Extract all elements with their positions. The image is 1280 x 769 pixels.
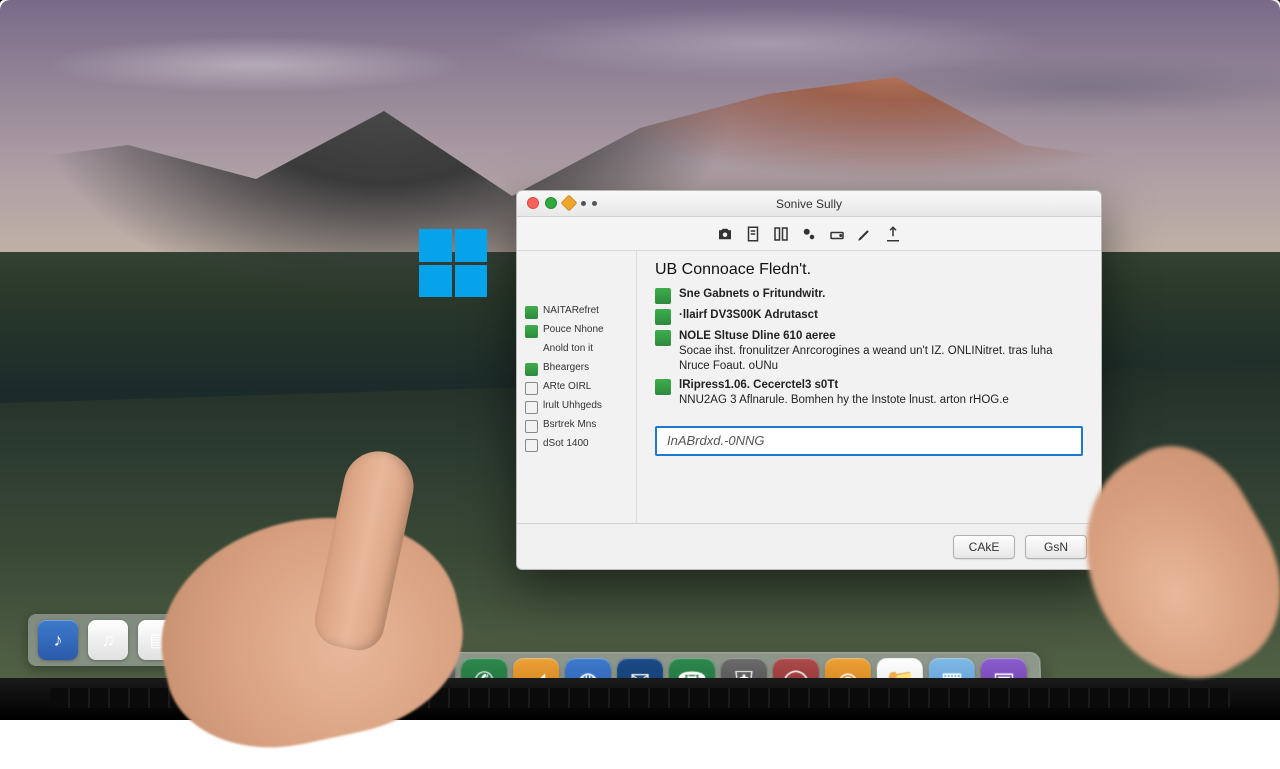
primary-button[interactable]: CAkE: [953, 535, 1015, 559]
sidebar-item[interactable]: Bheargers: [525, 362, 628, 376]
filename-input[interactable]: [655, 426, 1083, 456]
checkbox-icon: [525, 401, 538, 414]
windows-logo-icon: [419, 229, 487, 297]
close-icon[interactable]: [527, 197, 539, 209]
dialog-sidebar: NAITARefret Pouce Nhone Anold ton it Bhearg…: [517, 251, 637, 523]
checkbox-icon: [525, 420, 538, 433]
sidebar-item-label: Bsrtrek Mns: [543, 419, 596, 431]
dialog-footer: CAkE GsN: [517, 523, 1101, 569]
tray-music[interactable]: ♪: [38, 620, 78, 660]
checkbox-icon: [525, 382, 538, 395]
tray-note[interactable]: ♫: [88, 620, 128, 660]
zoom-icon[interactable]: [561, 195, 578, 212]
sidebar-item-label: Anold ton it: [543, 343, 593, 355]
window-title: Sonive Sully: [776, 197, 842, 211]
content-row: ·llairf DV3S00K Adrutasct: [655, 308, 1083, 325]
dialog-heading: UB Connoace Fledn't.: [655, 261, 1083, 279]
dot-icon: [592, 201, 597, 206]
content-text: ·llairf DV3S00K Adrutasct: [679, 308, 818, 323]
sidebar-item[interactable]: NAITARefret: [525, 305, 628, 319]
content-text: NOLE Sltuse Dline 610 aereeSocae ihst. f…: [679, 329, 1083, 374]
drive-icon: [525, 363, 538, 376]
sidebar-item[interactable]: Bsrtrek Mns: [525, 419, 628, 433]
content-text: lRipress1.06. Cecerctel3 s0TtNNU2AG 3 Af…: [679, 378, 1009, 408]
dialog-content: UB Connoace Fledn't. Sne Gabnets o Fritu…: [637, 251, 1101, 523]
sidebar-item[interactable]: dSot 1400: [525, 438, 628, 452]
sidebar-item-label: NAITARefret: [543, 305, 599, 317]
bullet-drive-icon: [655, 330, 671, 346]
sidebar-item-label: ARte OIRL: [543, 381, 591, 393]
pencil-icon[interactable]: [856, 225, 874, 243]
dialog-toolbar: [517, 217, 1101, 251]
checkbox-icon: [525, 439, 538, 452]
dialog-window: Sonive Sully NAITARefret Pouce Nhone Anold…: [516, 190, 1102, 570]
content-text: Sne Gabnets o Fritundwitr.: [679, 287, 825, 302]
sidebar-item-label: Bheargers: [543, 362, 589, 374]
sidebar-item[interactable]: Anold ton it: [525, 343, 628, 357]
camera-icon[interactable]: [716, 225, 734, 243]
page-icon[interactable]: [744, 225, 762, 243]
bullet-drive-icon: [655, 288, 671, 304]
disk-icon[interactable]: [828, 225, 846, 243]
gears-icon[interactable]: [800, 225, 818, 243]
content-row: lRipress1.06. Cecerctel3 s0TtNNU2AG 3 Af…: [655, 378, 1083, 408]
sidebar-item[interactable]: ARte OIRL: [525, 381, 628, 395]
bullet-drive-icon: [655, 309, 671, 325]
sidebar-item-label: Pouce Nhone: [543, 324, 604, 336]
secondary-button[interactable]: GsN: [1025, 535, 1087, 559]
dialog-body: NAITARefret Pouce Nhone Anold ton it Bhearg…: [517, 251, 1101, 523]
dialog-titlebar[interactable]: Sonive Sully: [517, 191, 1101, 217]
sidebar-item[interactable]: lrult Uhhgeds: [525, 400, 628, 414]
dot-icon: [581, 201, 586, 206]
bullet-drive-icon: [655, 379, 671, 395]
export-icon[interactable]: [884, 225, 902, 243]
window-controls: [527, 197, 597, 209]
drive-icon: [525, 306, 538, 319]
drive-icon: [525, 325, 538, 338]
minimize-icon[interactable]: [545, 197, 557, 209]
sidebar-item-label: lrult Uhhgeds: [543, 400, 602, 412]
sidebar-item[interactable]: Pouce Nhone: [525, 324, 628, 338]
content-row: Sne Gabnets o Fritundwitr.: [655, 287, 1083, 304]
sidebar-item-label: dSot 1400: [543, 438, 589, 450]
content-row: NOLE Sltuse Dline 610 aereeSocae ihst. f…: [655, 329, 1083, 374]
column-icon[interactable]: [772, 225, 790, 243]
